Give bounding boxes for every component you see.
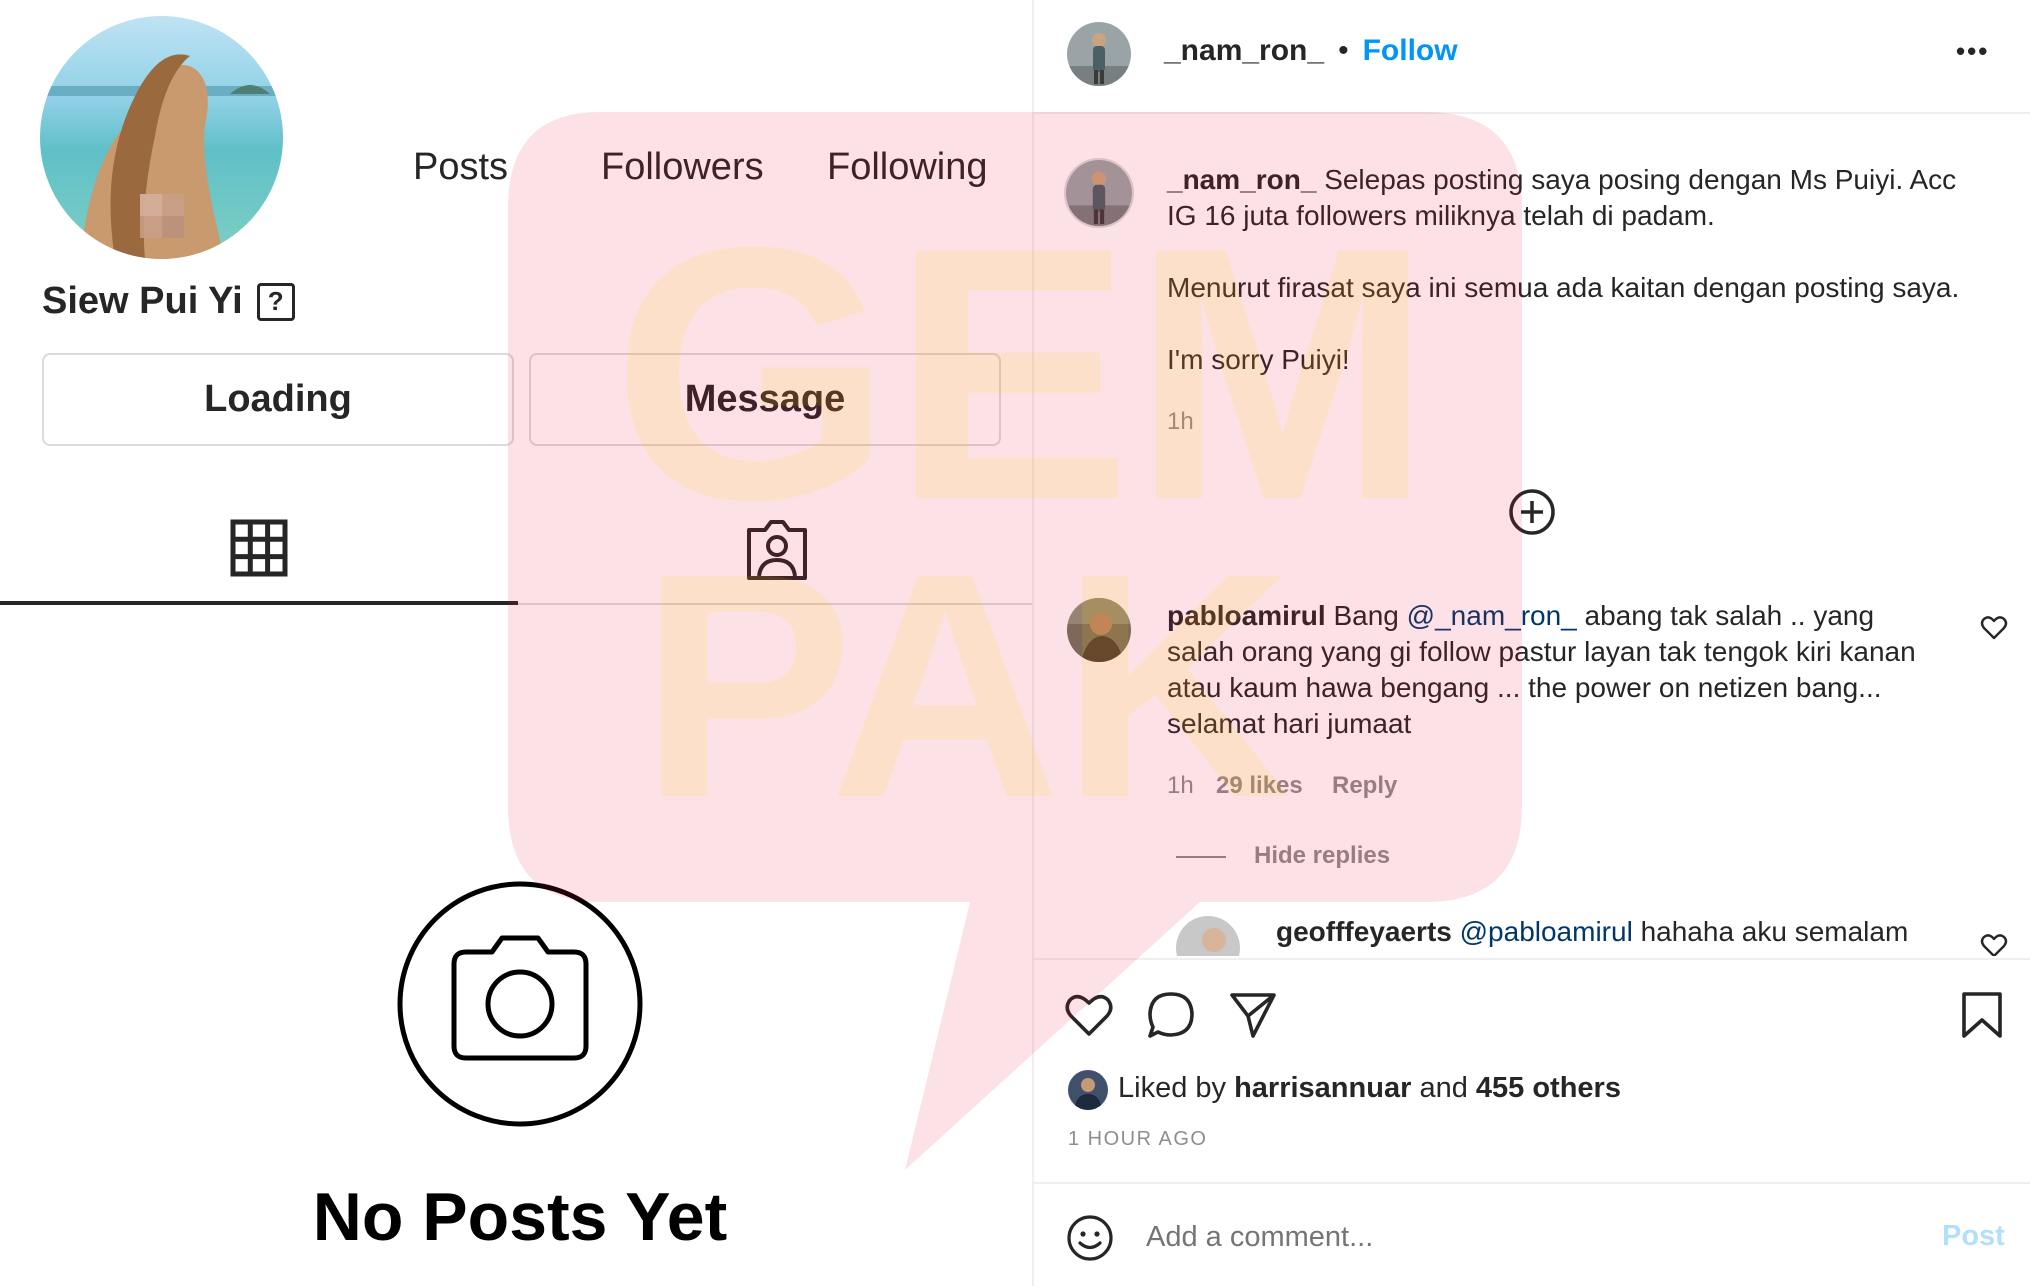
like-heart-icon[interactable]: [1064, 990, 1114, 1040]
author-photo: [1067, 22, 1131, 86]
hide-replies-line: [1176, 856, 1226, 858]
caption-paragraph-2: Menurut firasat saya ini semua ada kaita…: [1167, 272, 1960, 303]
stat-following-label[interactable]: Following: [827, 146, 988, 189]
comment-1-rest: abang tak salah .. yang: [1584, 600, 1875, 631]
caption-time: 1h: [1167, 408, 1194, 435]
tab-active-indicator: [0, 601, 518, 605]
more-options-icon[interactable]: •••: [1956, 36, 1989, 67]
comment-1-prefix: Bang: [1333, 600, 1399, 631]
header-separator: •: [1338, 34, 1349, 67]
reply-line-1: geofffeyaerts @pabloamirul hahaha aku se…: [1276, 914, 2030, 950]
tab-posts-grid[interactable]: [0, 490, 518, 605]
hide-replies-button[interactable]: Hide replies: [1254, 842, 1390, 870]
message-button[interactable]: Message: [529, 353, 1001, 446]
loading-button[interactable]: Loading: [42, 353, 514, 446]
camera-icon: [397, 881, 643, 1127]
reply-clip: geofffeyaerts @pabloamirul hahaha aku se…: [1034, 900, 2030, 956]
caption-text-1: Selepas posting saya posing dengan Ms Pu…: [1324, 164, 1957, 195]
help-glyph: ?: [267, 286, 284, 316]
comment-1-line-4: selamat hari jumaat: [1167, 708, 1412, 739]
comment-1-line-2: salah orang yang gi follow pastur layan …: [1167, 636, 1916, 667]
plus-circle-icon: [1509, 489, 1555, 535]
liked-by-row: Liked by harrisannuar and 455 others: [1118, 1072, 1621, 1105]
grid-icon: [230, 519, 288, 576]
post-comment-button[interactable]: Post: [1942, 1220, 2005, 1253]
comment-1-line-1: pabloamirul Bang @_nam_ron_ abang tak sa…: [1167, 598, 2007, 634]
caption-username[interactable]: _nam_ron_: [1167, 164, 1316, 195]
reply-like-icon[interactable]: [1980, 932, 2008, 956]
liker-photo: [1068, 1070, 1108, 1110]
comment-1-reply-button[interactable]: Reply: [1332, 772, 1397, 800]
comment-bubble-icon[interactable]: [1146, 990, 1196, 1040]
caption-line-1: _nam_ron_ Selepas posting saya posing de…: [1167, 162, 2007, 198]
header-user-row: _nam_ron_ • Follow: [1164, 34, 1458, 68]
reply-text: hahaha aku semalam: [1640, 916, 1909, 947]
tab-tagged[interactable]: [518, 492, 1036, 607]
caption-author-photo: [1066, 160, 1132, 226]
comment-1-mention[interactable]: @_nam_ron_: [1407, 600, 1577, 631]
liked-by-prefix: Liked by: [1118, 1072, 1227, 1104]
share-send-icon[interactable]: [1228, 990, 1278, 1040]
post-actions: Liked by harrisannuar and 455 others 1 H…: [1034, 958, 2030, 1178]
author-avatar[interactable]: [1067, 22, 1131, 86]
profile-photo: [40, 16, 283, 259]
commenter-photo: [1067, 598, 1131, 662]
comment-1-like-icon[interactable]: [1980, 614, 2008, 642]
caption-paragraph-3: I'm sorry Puiyi!: [1167, 344, 1350, 375]
stat-posts-label: Posts: [413, 146, 509, 188]
profile-name-row: Siew Pui Yi ?: [42, 280, 295, 323]
caption-line-2: IG 16 juta followers miliknya telah di p…: [1167, 200, 1715, 231]
comment-1-time: 1h: [1167, 772, 1194, 799]
profile-avatar[interactable]: [40, 16, 283, 259]
liked-by-others[interactable]: 455 others: [1476, 1072, 1621, 1104]
empty-state-title: No Posts Yet: [312, 1179, 728, 1255]
post-header: _nam_ron_ • Follow •••: [1034, 0, 2030, 114]
reply-avatar[interactable]: [1176, 916, 1240, 956]
tagged-person-icon: [747, 519, 807, 580]
liked-by-user[interactable]: harrisannuar: [1234, 1072, 1411, 1104]
empty-state-camera: [396, 880, 644, 1128]
caption-avatar[interactable]: [1064, 158, 1134, 228]
tab-divider: [518, 603, 1032, 605]
help-icon[interactable]: ?: [256, 282, 295, 321]
profile-panel: Posts Followers Following Siew Pui Yi ? …: [0, 0, 1032, 1286]
commenter-avatar[interactable]: [1067, 598, 1131, 662]
post-timestamp: 1 HOUR AGO: [1068, 1128, 1208, 1150]
comment-1-username[interactable]: pabloamirul: [1167, 600, 1326, 631]
liker-avatar[interactable]: [1068, 1070, 1108, 1110]
reply-username[interactable]: geofffeyaerts: [1276, 916, 1452, 947]
liked-by-and: and: [1419, 1072, 1468, 1104]
emoji-icon[interactable]: [1066, 1214, 1114, 1262]
author-username[interactable]: _nam_ron_: [1164, 34, 1324, 68]
reply-photo: [1176, 916, 1240, 956]
add-comment-bar: Post: [1034, 1182, 2030, 1286]
load-more-comments-button[interactable]: [1508, 488, 1556, 536]
follow-button[interactable]: Follow: [1363, 34, 1458, 68]
comment-input[interactable]: [1146, 1212, 1846, 1262]
stat-followers-label[interactable]: Followers: [601, 146, 764, 189]
reply-mention[interactable]: @pabloamirul: [1460, 916, 1633, 947]
profile-name: Siew Pui Yi: [42, 280, 243, 322]
post-panel: _nam_ron_ • Follow ••• _nam_ron_ Selepas…: [1032, 0, 2030, 1286]
comment-1-line-3: atau kaum hawa bengang ... the power on …: [1167, 672, 1882, 703]
comment-1-likes[interactable]: 29 likes: [1216, 772, 1303, 800]
save-bookmark-icon[interactable]: [1960, 990, 2004, 1040]
